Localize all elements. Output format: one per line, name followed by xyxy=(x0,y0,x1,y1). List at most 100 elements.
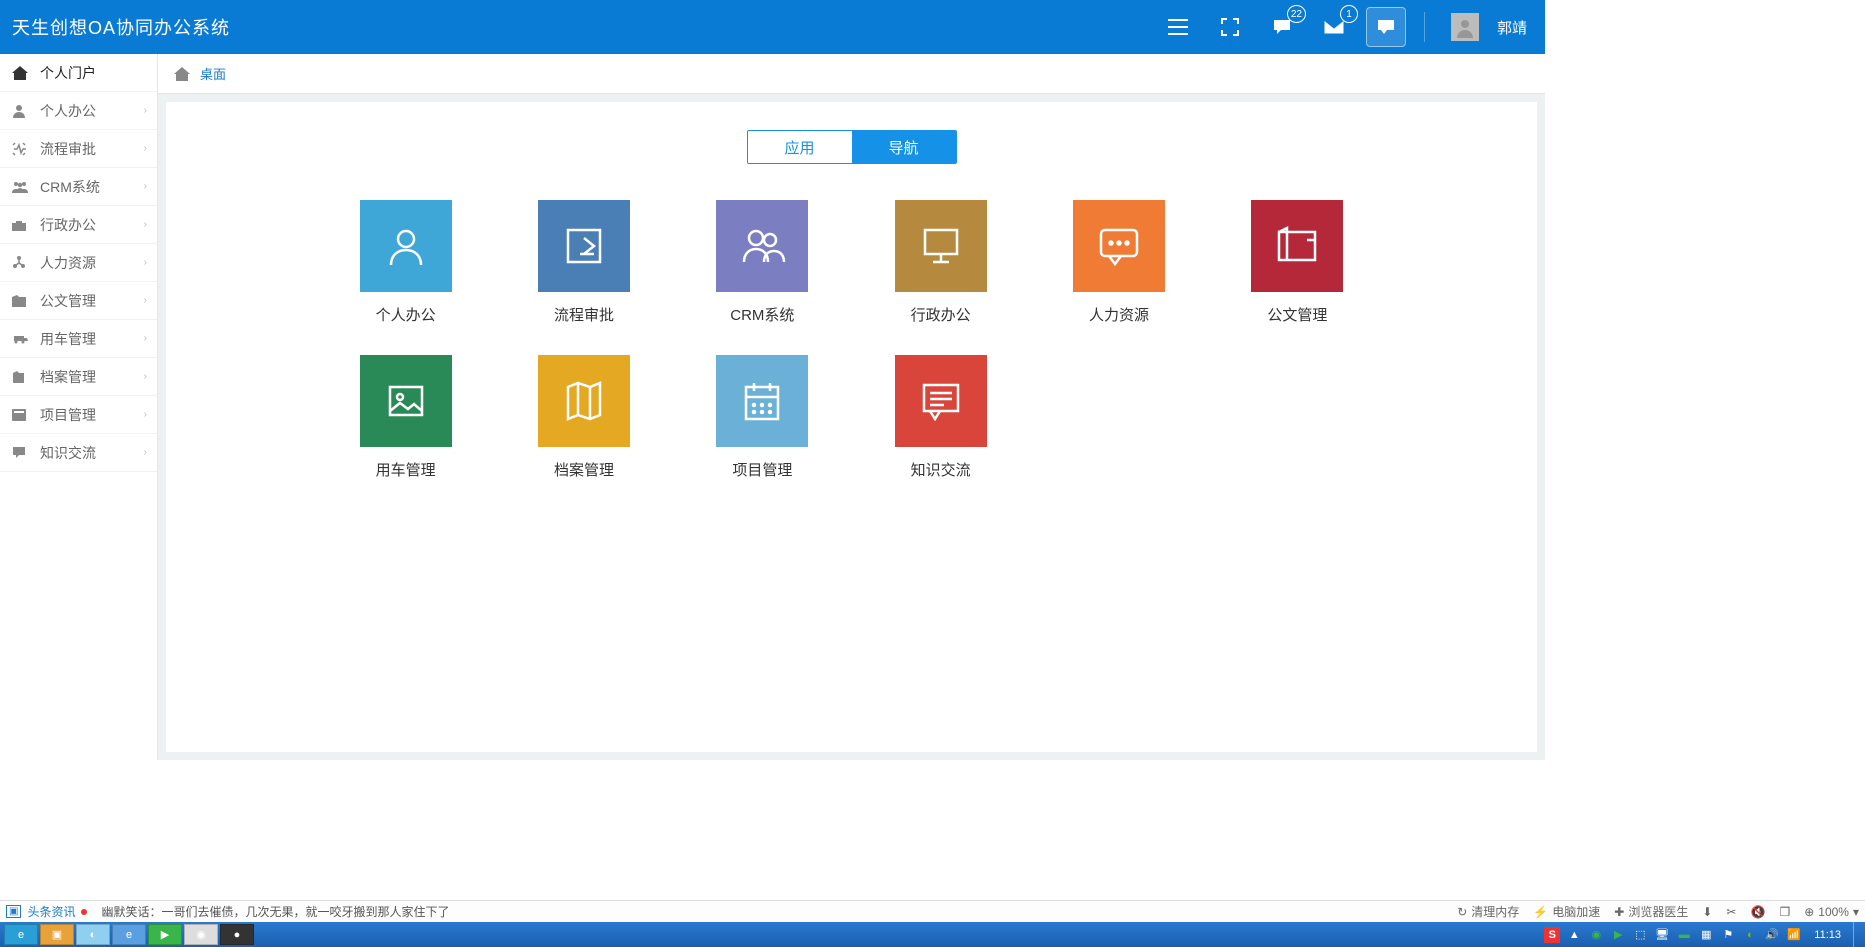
tile-3[interactable]: 行政办公 xyxy=(895,200,987,325)
restore-icon[interactable]: ❐ xyxy=(1779,905,1790,919)
sidebar-icon xyxy=(12,371,30,383)
chat-badge: 22 xyxy=(1287,5,1306,23)
tile-0[interactable]: 个人办公 xyxy=(360,200,452,325)
tile-9[interactable]: 知识交流 xyxy=(895,355,987,480)
tile-icon xyxy=(1251,200,1343,292)
tile-label: 流程审批 xyxy=(554,304,614,325)
taskbar-explorer[interactable]: ▣ xyxy=(40,924,74,945)
tray-iqiyi-icon[interactable]: ▶ xyxy=(1610,927,1626,943)
sidebar-item-label: 行政办公 xyxy=(40,215,96,235)
tile-2[interactable]: CRM系统 xyxy=(716,200,808,325)
sidebar-item-label: 个人门户 xyxy=(40,63,96,83)
sidebar-item-7[interactable]: 用车管理› xyxy=(0,320,157,358)
tab-segment: 应用 导航 xyxy=(747,130,957,164)
chat-icon[interactable]: 22 xyxy=(1262,7,1302,47)
show-desktop[interactable] xyxy=(1853,922,1861,947)
tray-volume-icon[interactable]: 🔊 xyxy=(1764,927,1780,943)
home-icon[interactable] xyxy=(174,67,190,81)
tray-nvidia-icon[interactable]: ◐ xyxy=(1742,927,1758,943)
tile-icon xyxy=(360,200,452,292)
taskbar-iqiyi[interactable]: ▶ xyxy=(148,924,182,945)
tray-sogou-icon[interactable]: S xyxy=(1544,927,1560,943)
scissors-icon[interactable]: ✂ xyxy=(1726,905,1736,919)
tile-icon xyxy=(895,200,987,292)
tile-icon xyxy=(538,200,630,292)
sidebar: 个人门户个人办公›流程审批›CRM系统›行政办公›人力资源›公文管理›用车管理›… xyxy=(0,54,158,760)
tile-label: 档案管理 xyxy=(554,459,614,480)
sidebar-item-9[interactable]: 项目管理› xyxy=(0,396,157,434)
tray-clock[interactable]: 11:13 xyxy=(1814,929,1841,941)
sidebar-item-label: CRM系统 xyxy=(40,177,100,197)
tile-7[interactable]: 档案管理 xyxy=(538,355,630,480)
accelerate-button[interactable]: ⚡ 电脑加速 xyxy=(1533,903,1600,920)
chevron-right-icon: › xyxy=(144,219,147,230)
avatar[interactable] xyxy=(1451,13,1479,41)
tray-up-icon[interactable]: ▲ xyxy=(1566,927,1582,943)
tile-4[interactable]: 人力资源 xyxy=(1073,200,1165,325)
tray-wechat-icon[interactable]: ◉ xyxy=(1588,927,1604,943)
tile-icon xyxy=(360,355,452,447)
tile-icon xyxy=(716,200,808,292)
taskbar-browser1[interactable]: ◐ xyxy=(76,924,110,945)
chevron-right-icon: › xyxy=(144,105,147,116)
tray-flag-icon[interactable]: ⚑ xyxy=(1720,927,1736,943)
taskbar-app[interactable]: ● xyxy=(220,924,254,945)
taskbar-wechat[interactable]: ◉ xyxy=(184,924,218,945)
sidebar-icon xyxy=(12,256,30,270)
breadcrumb-label[interactable]: 桌面 xyxy=(200,64,226,83)
menu-icon[interactable] xyxy=(1158,7,1198,47)
content-panel: 应用 导航 个人办公流程审批 CRM系统行政办公 人力资源 公文管理用车管理 档案管理 项… xyxy=(166,102,1537,752)
tray-network-icon[interactable]: 📶 xyxy=(1786,927,1802,943)
mail-icon[interactable]: 1 xyxy=(1314,7,1354,47)
tile-6[interactable]: 用车管理 xyxy=(360,355,452,480)
news-dot-icon xyxy=(81,909,87,915)
tile-icon xyxy=(538,355,630,447)
news-label[interactable]: 头条资讯 xyxy=(27,903,75,920)
sidebar-icon xyxy=(12,142,30,156)
tray-office-icon[interactable]: ▦ xyxy=(1698,927,1714,943)
tile-1[interactable]: 流程审批 xyxy=(538,200,630,325)
zoom-label[interactable]: ⊕ 100% ▾ xyxy=(1804,905,1859,919)
news-icon[interactable]: ▣ xyxy=(6,905,21,918)
sidebar-item-8[interactable]: 档案管理› xyxy=(0,358,157,396)
message-icon[interactable] xyxy=(1366,7,1406,47)
tab-app[interactable]: 应用 xyxy=(748,131,852,163)
tray-net-icon[interactable]: ⬚ xyxy=(1632,927,1648,943)
sidebar-item-6[interactable]: 公文管理› xyxy=(0,282,157,320)
news-text: 幽默笑话：一哥们去催债，几次无果，就一咬牙搬到那人家住下了 xyxy=(101,903,449,920)
taskbar-ie[interactable]: e xyxy=(4,924,38,945)
tile-label: 知识交流 xyxy=(911,459,971,480)
tab-nav[interactable]: 导航 xyxy=(852,131,956,163)
tile-8[interactable]: 项目管理 xyxy=(716,355,808,480)
sidebar-icon xyxy=(12,446,30,459)
taskbar-browser2[interactable]: e xyxy=(112,924,146,945)
sidebar-item-3[interactable]: CRM系统› xyxy=(0,168,157,206)
sidebar-item-label: 人力资源 xyxy=(40,253,96,273)
sidebar-item-label: 流程审批 xyxy=(40,139,96,159)
sidebar-item-5[interactable]: 人力资源› xyxy=(0,244,157,282)
topbar-actions: 22 1 郭靖 xyxy=(1158,7,1527,47)
sidebar-item-4[interactable]: 行政办公 › xyxy=(0,206,157,244)
tile-icon xyxy=(716,355,808,447)
chevron-right-icon: › xyxy=(144,409,147,420)
tray-monitor-icon[interactable]: 🖥 xyxy=(1654,927,1670,943)
mute-icon[interactable]: 🔇 xyxy=(1750,905,1765,919)
fullscreen-icon[interactable] xyxy=(1210,7,1250,47)
mail-badge: 1 xyxy=(1340,5,1358,23)
tile-label: 行政办公 xyxy=(911,304,971,325)
tile-5[interactable]: 公文管理 xyxy=(1251,200,1343,325)
tile-label: 人力资源 xyxy=(1089,304,1149,325)
tray-green-icon[interactable]: ▬ xyxy=(1676,927,1692,943)
username[interactable]: 郭靖 xyxy=(1497,17,1527,38)
download-icon[interactable]: ⬇ xyxy=(1702,905,1712,919)
sidebar-icon xyxy=(12,104,30,118)
tile-label: 用车管理 xyxy=(376,459,436,480)
sidebar-item-label: 个人办公 xyxy=(40,101,96,121)
sidebar-item-10[interactable]: 知识交流› xyxy=(0,434,157,472)
chevron-right-icon: › xyxy=(144,143,147,154)
doctor-button[interactable]: ✚ 浏览器医生 xyxy=(1614,903,1688,920)
sidebar-item-2[interactable]: 流程审批 › xyxy=(0,130,157,168)
clean-memory-button[interactable]: ↻ 清理内存 xyxy=(1457,903,1519,920)
sidebar-item-1[interactable]: 个人办公 › xyxy=(0,92,157,130)
sidebar-item-0[interactable]: 个人门户 xyxy=(0,54,157,92)
